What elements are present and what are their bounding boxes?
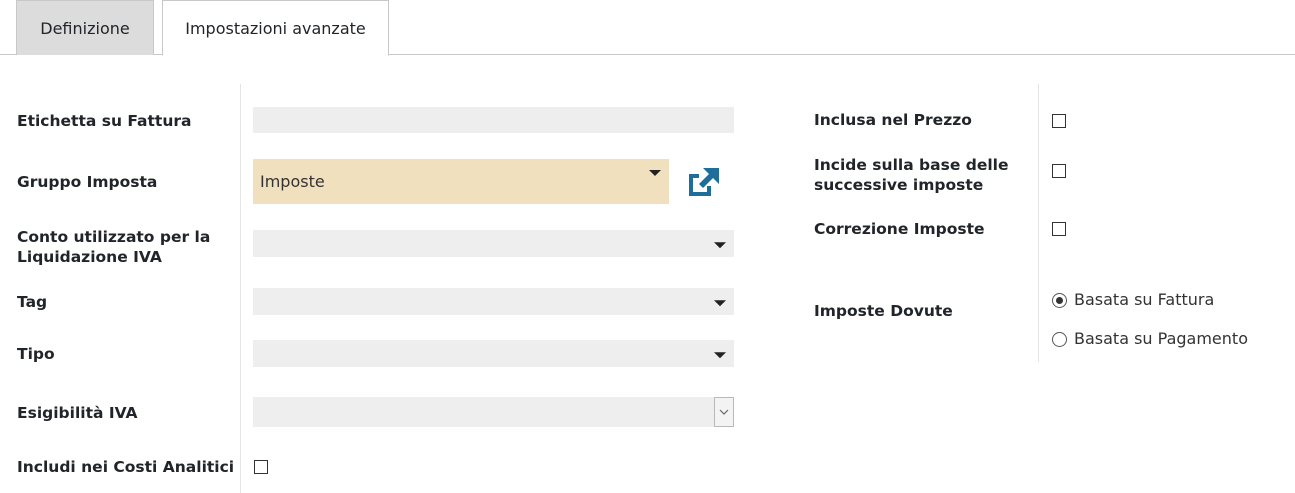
price-include-label: Inclusa nel Prezzo xyxy=(814,111,972,129)
tax-group-value: Imposte xyxy=(260,172,325,191)
radio-invoice-based[interactable] xyxy=(1052,293,1067,308)
settlement-account-label-line1: Conto utilizzato per la xyxy=(17,228,211,246)
tag-label: Tag xyxy=(17,293,48,311)
price-include-checkbox[interactable] xyxy=(1052,114,1066,128)
select-arrow-button[interactable] xyxy=(714,397,734,427)
invoice-label-label: Etichetta su Fattura xyxy=(17,112,192,130)
tax-adjustment-checkbox[interactable] xyxy=(1052,222,1066,236)
analytic-costs-label: Includi nei Costi Analitici xyxy=(17,458,235,476)
base-affected-label: Incide sulla base delle successive impos… xyxy=(814,155,1008,195)
left-column-divider xyxy=(240,84,241,493)
type-label: Tipo xyxy=(17,345,55,363)
settlement-account-label: Conto utilizzato per la Liquidazione IVA xyxy=(17,227,210,267)
tag-select[interactable] xyxy=(253,288,734,315)
chevron-down-icon xyxy=(649,170,661,176)
radio-payment-based-label[interactable]: Basata su Pagamento xyxy=(1074,329,1248,348)
vat-exigibility-select[interactable] xyxy=(253,397,734,427)
external-link-icon[interactable] xyxy=(685,166,721,198)
settlement-account-select[interactable] xyxy=(253,230,734,257)
chevron-down-icon xyxy=(719,409,729,415)
analytic-costs-checkbox[interactable] xyxy=(254,460,268,474)
tab-definizione[interactable]: Definizione xyxy=(16,0,154,55)
settlement-account-label-line2: Liquidazione IVA xyxy=(17,248,162,266)
chevron-down-icon xyxy=(714,241,726,248)
radio-invoice-based-label[interactable]: Basata su Fattura xyxy=(1074,290,1214,309)
tax-group-label: Gruppo Imposta xyxy=(17,173,158,191)
invoice-label-input[interactable] xyxy=(253,107,734,133)
notebook-tabs: Definizione Impostazioni avanzate xyxy=(0,0,1295,56)
type-select[interactable] xyxy=(253,340,734,367)
right-column-divider xyxy=(1038,84,1039,362)
chevron-down-icon xyxy=(714,351,726,358)
base-affected-label-line2: successive imposte xyxy=(814,176,984,194)
tax-group-select[interactable]: Imposte xyxy=(253,159,669,204)
tab-impostazioni-avanzate[interactable]: Impostazioni avanzate xyxy=(162,0,389,56)
vat-exigibility-label: Esigibilità IVA xyxy=(17,404,138,422)
base-affected-label-line1: Incide sulla base delle xyxy=(814,156,1009,174)
tax-due-label: Imposte Dovute xyxy=(814,302,953,320)
chevron-down-icon xyxy=(714,299,726,306)
tax-adjustment-label: Correzione Imposte xyxy=(814,220,985,238)
radio-payment-based[interactable] xyxy=(1052,332,1067,347)
base-affected-checkbox[interactable] xyxy=(1052,164,1066,178)
